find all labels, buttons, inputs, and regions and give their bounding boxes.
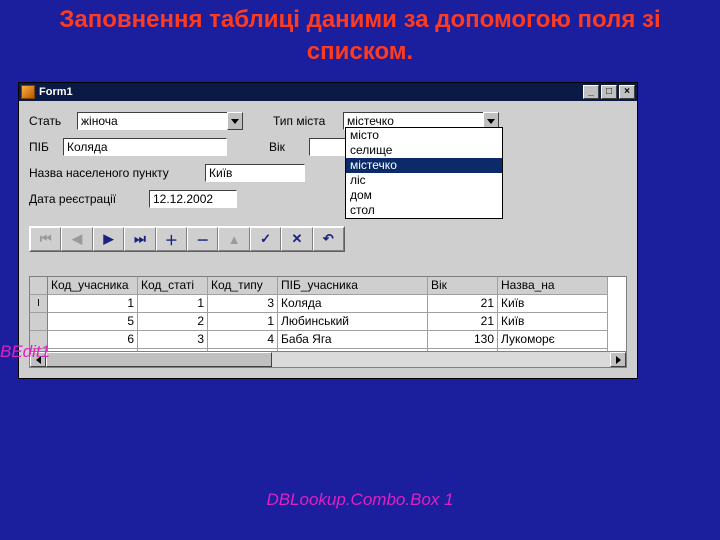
scroll-right-icon[interactable] xyxy=(610,352,626,367)
col-header[interactable]: Код_учасника xyxy=(48,277,138,295)
nav-insert-icon[interactable]: ＋ xyxy=(156,227,187,251)
dropdown-option[interactable]: місто xyxy=(346,128,502,143)
maximize-button[interactable]: □ xyxy=(601,85,617,99)
form-body: Стать жіноча Тип міста містечко ПІБ Коля… xyxy=(19,101,637,378)
dropdown-option[interactable]: ліс xyxy=(346,173,502,188)
nav-cancel-icon[interactable]: ✕ xyxy=(281,227,312,251)
nav-delete-icon[interactable]: － xyxy=(187,227,218,251)
dropdown-option[interactable]: дом xyxy=(346,188,502,203)
col-header[interactable]: Код_типу xyxy=(208,277,278,295)
city-type-dropdown[interactable]: місто селище містечко ліс дом стол xyxy=(345,127,503,219)
nav-edit-icon[interactable]: ▲ xyxy=(218,227,249,251)
col-header[interactable]: Назва_на xyxy=(498,277,608,295)
scroll-track[interactable] xyxy=(46,352,610,367)
gender-combo[interactable]: жіноча xyxy=(77,112,243,130)
label-pib: ПІБ xyxy=(29,140,63,154)
nav-last-icon[interactable]: ⏭ xyxy=(124,227,155,251)
settlement-input[interactable]: Київ xyxy=(205,164,305,182)
nav-next-icon[interactable]: ▶ xyxy=(93,227,124,251)
col-header[interactable]: Код_статі xyxy=(138,277,208,295)
scroll-thumb[interactable] xyxy=(46,352,272,367)
grid-header: Код_учасника Код_статі Код_типу ПІБ_учас… xyxy=(30,277,626,295)
table-row[interactable]: 6 3 4 Баба Яга 130 Лукоморє xyxy=(30,331,626,349)
label-age: Вік xyxy=(269,140,309,154)
label-city-type: Тип міста xyxy=(273,114,343,128)
nav-post-icon[interactable]: ✓ xyxy=(250,227,281,251)
data-grid[interactable]: Код_учасника Код_статі Код_типу ПІБ_учас… xyxy=(29,276,627,368)
row-marker xyxy=(30,313,48,331)
gender-value[interactable]: жіноча xyxy=(77,112,227,130)
dropdown-option-selected[interactable]: містечко xyxy=(346,158,502,173)
chevron-down-icon[interactable] xyxy=(227,112,243,130)
db-navigator: ⏮ ◀ ▶ ⏭ ＋ － ▲ ✓ ✕ ↶ xyxy=(29,226,345,252)
label-settlement: Назва населеного пункту xyxy=(29,166,205,180)
nav-prev-icon[interactable]: ◀ xyxy=(61,227,92,251)
close-button[interactable]: × xyxy=(619,85,635,99)
annotation-dblookupcombo: DBLookup.Combo.Box 1 xyxy=(0,490,720,510)
app-icon xyxy=(21,85,35,99)
grid-horizontal-scrollbar[interactable] xyxy=(30,351,626,367)
titlebar[interactable]: Form1 _ □ × xyxy=(19,83,637,101)
slide-title: Заповнення таблиці даними за допомогою п… xyxy=(0,0,720,69)
col-header[interactable]: Вік xyxy=(428,277,498,295)
nav-first-icon[interactable]: ⏮ xyxy=(30,227,61,251)
app-window: Form1 _ □ × Стать жіноча Тип міста місте… xyxy=(18,82,638,379)
table-row[interactable]: 5 2 1 Любинський 21 Київ xyxy=(30,313,626,331)
pib-input[interactable]: Коляда xyxy=(63,138,227,156)
window-title: Form1 xyxy=(39,86,73,98)
nav-refresh-icon[interactable]: ↶ xyxy=(313,227,344,251)
minimize-button[interactable]: _ xyxy=(583,85,599,99)
label-gender: Стать xyxy=(29,114,77,128)
annotation-dbedit: BEdit1 xyxy=(0,342,50,362)
dropdown-option[interactable]: стол xyxy=(346,203,502,218)
reg-date-input[interactable]: 12.12.2002 xyxy=(149,190,237,208)
label-reg-date: Дата реєстрації xyxy=(29,192,149,206)
dropdown-option[interactable]: селище xyxy=(346,143,502,158)
col-header[interactable]: ПІБ_учасника xyxy=(278,277,428,295)
table-row[interactable]: I 1 1 3 Коляда 21 Київ xyxy=(30,295,626,313)
row-marker: I xyxy=(30,295,48,313)
